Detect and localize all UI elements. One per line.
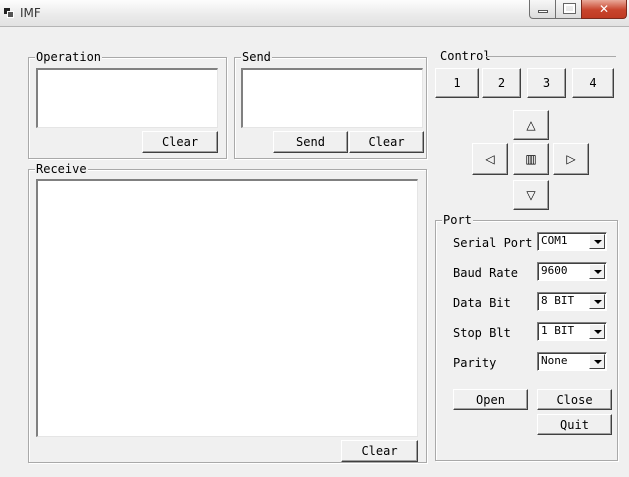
receive-textbox[interactable]	[36, 179, 418, 437]
serial-port-select[interactable]: COM1	[537, 232, 607, 251]
port-group-label: Port	[442, 213, 473, 227]
quit-button[interactable]: Quit	[537, 414, 612, 435]
chevron-down-icon[interactable]	[589, 234, 605, 249]
serial-port-value: COM1	[541, 234, 568, 247]
up-arrow-icon[interactable]: △	[513, 110, 549, 140]
left-arrow-icon[interactable]: ◁	[472, 143, 508, 175]
close-icon: ✕	[598, 2, 610, 16]
parity-label: Parity	[453, 356, 497, 370]
right-arrow-icon[interactable]: ▷	[553, 143, 589, 175]
control-group-line	[486, 56, 616, 57]
data-bit-select[interactable]: 8 BIT	[537, 292, 607, 311]
close-port-button[interactable]: Close	[537, 389, 612, 410]
receive-group-label: Receive	[35, 162, 88, 176]
data-bit-value: 8 BIT	[541, 294, 575, 307]
serial-port-label: Serial Port	[453, 236, 533, 250]
stop-bit-label: Stop Blt	[453, 326, 511, 340]
send-group-label: Send	[241, 50, 272, 64]
send-clear-button[interactable]: Clear	[349, 131, 424, 153]
title-bar: IMF ✕	[0, 0, 629, 26]
baud-rate-value: 9600	[541, 264, 568, 277]
down-arrow-icon[interactable]: ▽	[513, 180, 549, 210]
send-button[interactable]: Send	[273, 131, 348, 153]
app-icon	[4, 8, 14, 18]
chevron-down-icon[interactable]	[589, 294, 605, 309]
chevron-down-icon[interactable]	[589, 354, 605, 369]
parity-select[interactable]: None	[537, 352, 607, 371]
parity-value: None	[541, 354, 568, 367]
control-group-label: Control	[440, 49, 491, 63]
operation-textbox[interactable]	[36, 68, 218, 128]
chevron-down-icon[interactable]	[589, 264, 605, 279]
receive-clear-button[interactable]: Clear	[341, 440, 418, 462]
baud-rate-label: Baud Rate	[453, 266, 519, 280]
baud-rate-select[interactable]: 9600	[537, 262, 607, 281]
close-window-button[interactable]: ✕	[581, 0, 627, 19]
maximize-button[interactable]	[555, 0, 582, 19]
chevron-down-icon[interactable]	[589, 324, 605, 339]
control-button-2[interactable]: 2	[482, 68, 521, 98]
send-textbox[interactable]	[241, 68, 423, 128]
data-bit-label: Data Bit	[453, 296, 511, 310]
open-port-button[interactable]: Open	[453, 389, 528, 410]
stop-bit-value: 1 BIT	[541, 324, 575, 337]
operation-group-label: Operation	[35, 50, 103, 64]
control-button-4[interactable]: 4	[572, 68, 614, 98]
control-button-3[interactable]: 3	[527, 68, 566, 98]
stop-bit-select[interactable]: 1 BIT	[537, 322, 607, 341]
window-title: IMF	[20, 6, 41, 20]
operation-clear-button[interactable]: Clear	[142, 131, 218, 153]
minimize-button[interactable]	[529, 0, 556, 19]
control-button-1[interactable]: 1	[435, 68, 479, 98]
center-stop-icon[interactable]: ▥	[513, 143, 549, 175]
